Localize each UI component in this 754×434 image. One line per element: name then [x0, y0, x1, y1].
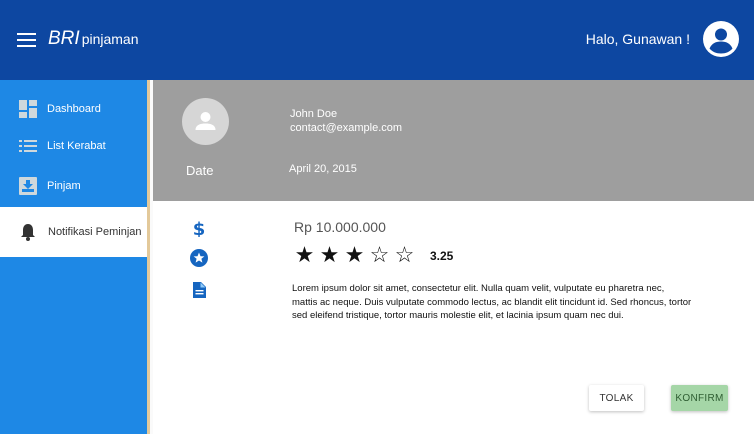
sidebar-item-label: List Kerabat — [47, 140, 106, 152]
sidebar-item-notifikasi-peminjan[interactable]: Notifikasi Peminjan — [0, 207, 147, 257]
sidebar-item-pinjam[interactable]: Pinjam — [0, 167, 147, 205]
person-icon — [195, 112, 216, 130]
confirm-button[interactable]: KONFIRM — [671, 385, 728, 411]
sidebar-item-label: Notifikasi Peminjan — [48, 226, 142, 238]
borrower-name: John Doe — [290, 108, 338, 120]
star-outline-icon: ☆ — [369, 242, 390, 267]
app: BRI pinjaman Halo, Gunawan ! Dashboard L… — [0, 0, 754, 434]
dashboard-icon — [19, 100, 37, 118]
rating-value: 3.25 — [430, 249, 454, 263]
brand-name: BRI — [48, 28, 80, 49]
date-label: Date — [186, 163, 214, 178]
reject-button[interactable]: TOLAK — [589, 385, 644, 411]
loan-card-body: $ Rp 10.000.000 ★ ★ ★ ☆ ☆ 3.25 Lorem ipsum d… — [153, 201, 754, 434]
date-value: April 20, 2015 — [289, 163, 357, 175]
avatar — [182, 98, 229, 145]
top-app-bar: BRI pinjaman Halo, Gunawan ! — [0, 0, 754, 80]
brand-subtitle: pinjaman — [81, 31, 139, 47]
star-filled-icon: ★ — [344, 242, 365, 267]
sidebar: Dashboard List Kerabat Pinjam Notifikasi… — [0, 80, 150, 434]
sidebar-item-dashboard[interactable]: Dashboard — [0, 90, 147, 128]
bell-icon — [21, 224, 35, 241]
dollar-icon: $ — [193, 219, 206, 237]
sidebar-item-label: Dashboard — [47, 103, 101, 115]
user-greeting: Halo, Gunawan ! — [585, 31, 690, 47]
svg-text:$: $ — [193, 219, 206, 237]
inbox-download-icon — [19, 177, 37, 195]
loan-description: Lorem ipsum dolor sit amet, consectetur … — [292, 283, 692, 321]
borrower-email: contact@example.com — [290, 122, 403, 134]
brand-logo[interactable]: BRI pinjaman — [48, 28, 139, 50]
account-circle-icon[interactable] — [703, 21, 739, 57]
sidebar-item-list-kerabat[interactable]: List Kerabat — [0, 127, 147, 165]
loan-card-header: Date John Doe contact@example.com April … — [153, 80, 754, 201]
loan-amount: Rp 10.000.000 — [294, 219, 386, 235]
star-outline-icon: ☆ — [394, 242, 415, 267]
sidebar-item-label: Pinjam — [47, 180, 81, 192]
star-rating: ★ ★ ★ ☆ ☆ — [292, 244, 417, 266]
list-icon — [19, 140, 37, 152]
star-filled-icon: ★ — [294, 242, 315, 267]
document-icon — [193, 282, 206, 298]
menu-icon[interactable] — [17, 31, 36, 47]
star-badge-icon — [190, 249, 208, 267]
star-filled-icon: ★ — [319, 242, 340, 267]
